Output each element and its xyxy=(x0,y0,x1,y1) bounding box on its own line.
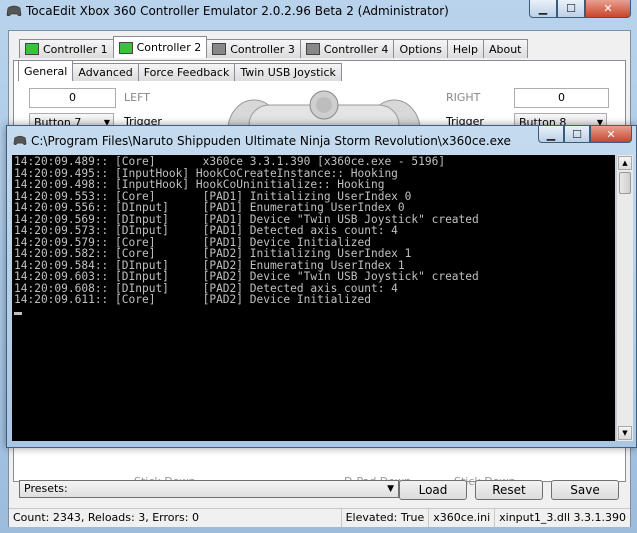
right-label: RIGHT xyxy=(446,91,481,104)
status-dll: xinput1_3.dll 3.3.1.390 xyxy=(499,511,626,524)
tab-label: Twin USB Joystick xyxy=(240,66,336,79)
console-caption-buttons: ▁ ☐ ✕ xyxy=(538,126,632,144)
chevron-down-icon: ▼ xyxy=(387,484,394,494)
tab-general[interactable]: General xyxy=(18,60,74,81)
reset-button[interactable]: Reset xyxy=(475,480,543,500)
main-caption-buttons: ▁ ☐ ✕ xyxy=(529,0,631,18)
console-line: 14:20:09.489:: [Core] x360ce 3.3.1.390 [… xyxy=(14,155,446,168)
green-controller-indicator-icon xyxy=(25,43,39,55)
gray-controller-indicator-icon xyxy=(305,43,320,55)
console-line: 14:20:09.573:: [DInput] [PAD1] Detected … xyxy=(14,224,398,237)
load-button[interactable]: Load xyxy=(399,480,467,500)
close-button[interactable]: ✕ xyxy=(585,0,631,18)
green-controller-indicator-icon xyxy=(118,41,133,54)
tab-label: About xyxy=(488,42,522,56)
tab-controller-4[interactable]: Controller 4 xyxy=(299,39,395,58)
tab-label: Controller 3 xyxy=(230,42,295,56)
tab-controller-1[interactable]: Controller 1 xyxy=(19,39,114,58)
tab-label: General xyxy=(24,64,68,78)
tab-label: Help xyxy=(452,42,478,56)
tab-label: Force Feedback xyxy=(143,66,230,79)
tab-about[interactable]: About xyxy=(482,39,528,58)
status-bar: Count: 2343, Reloads: 3, Errors: 0 Eleva… xyxy=(9,508,630,527)
minimize-button[interactable]: ▁ xyxy=(538,126,564,143)
save-button[interactable]: Save xyxy=(551,480,619,500)
tab-controller-3[interactable]: Controller 3 xyxy=(206,39,301,58)
tab-help[interactable]: Help xyxy=(446,39,484,58)
console-output[interactable]: 14:20:09.489:: [Core] x360ce 3.3.1.390 [… xyxy=(12,155,615,441)
close-button[interactable]: ✕ xyxy=(590,126,632,143)
tab-twin-usb-joystick[interactable]: Twin USB Joystick xyxy=(234,63,342,81)
tab-advanced[interactable]: Advanced xyxy=(72,63,139,81)
text-cursor xyxy=(14,311,22,315)
console-line: 14:20:09.611:: [Core] [PAD2] Device Init… xyxy=(14,293,371,306)
presets-dropdown[interactable]: Presets: ▼ xyxy=(19,480,399,498)
console-window-title[interactable]: C:\Program Files\Naruto Shippuden Ultima… xyxy=(31,134,511,148)
right-trigger-value: 0 xyxy=(514,88,609,108)
console-line: 14:20:09.603:: [DInput] [PAD2] Device "T… xyxy=(14,270,479,283)
console-scrollbar[interactable]: ▲ ▼ xyxy=(616,155,633,441)
tab-label: Controller 1 xyxy=(43,42,108,56)
left-label: LEFT xyxy=(124,91,150,104)
scroll-down-arrow-icon[interactable]: ▼ xyxy=(618,426,632,440)
console-window: C:\Program Files\Naruto Shippuden Ultima… xyxy=(6,125,637,448)
maximize-button[interactable]: ☐ xyxy=(564,126,590,143)
status-elevated: Elevated: True xyxy=(342,509,430,527)
main-window-title: TocaEdit Xbox 360 Controller Emulator 2.… xyxy=(26,4,449,18)
tab-options[interactable]: Options xyxy=(393,39,448,58)
scroll-up-arrow-icon[interactable]: ▲ xyxy=(618,156,632,170)
status-counts: Count: 2343, Reloads: 3, Errors: 0 xyxy=(9,509,342,527)
presets-label: Presets: xyxy=(24,482,68,495)
tab-label: Controller 2 xyxy=(136,41,202,54)
gray-controller-indicator-icon xyxy=(212,43,227,55)
console-line: 14:20:09.556:: [DInput] [PAD1] Enumerati… xyxy=(14,201,405,214)
minimize-button[interactable]: ▁ xyxy=(529,0,557,18)
tab-label: Advanced xyxy=(78,66,133,79)
scroll-thumb[interactable] xyxy=(619,172,631,194)
tab-controller-2[interactable]: Controller 2 xyxy=(112,36,208,58)
status-ini: x360ce.ini xyxy=(429,509,496,527)
tab-label: Controller 4 xyxy=(323,42,389,56)
console-line: 14:20:09.498:: [InputHook] HookCoUniniti… xyxy=(14,178,385,191)
controller-tabs: Controller 1 Controller 2 Controller 3 C… xyxy=(19,36,528,58)
app-gamepad-icon xyxy=(13,135,27,145)
maximize-button[interactable]: ☐ xyxy=(557,0,585,18)
tab-label: Options xyxy=(399,42,442,56)
console-line: 14:20:09.582:: [Core] [PAD2] Initializin… xyxy=(14,247,412,260)
settings-subtabs: General Advanced Force Feedback Twin USB… xyxy=(18,60,342,81)
tab-force-feedback[interactable]: Force Feedback xyxy=(137,63,236,81)
left-trigger-value: 0 xyxy=(29,88,116,108)
main-titlebar[interactable]: TocaEdit Xbox 360 Controller Emulator 2.… xyxy=(0,0,637,22)
app-gamepad-icon xyxy=(6,5,22,17)
